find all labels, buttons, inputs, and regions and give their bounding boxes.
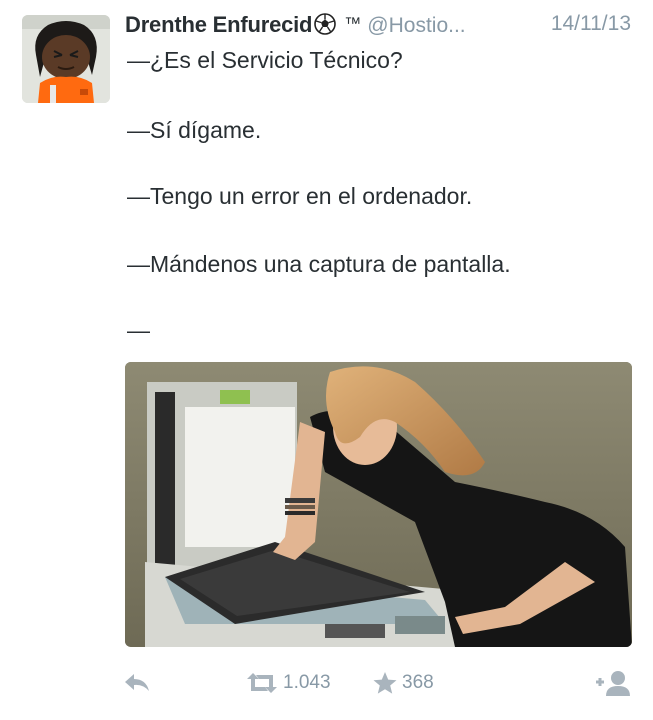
soccer-ball-icon	[314, 13, 337, 35]
tweet-text-line: —Mándenos una captura de pantalla.	[127, 251, 511, 277]
reply-icon	[125, 674, 149, 691]
tweet-text-line: —¿Es el Servicio Técnico?	[127, 47, 403, 73]
user-handle[interactable]: @Hostio...	[367, 14, 465, 37]
follow-user-icon	[596, 671, 630, 696]
tweet-text-line: —Tengo un error en el ordenador.	[127, 183, 473, 209]
favorite-button[interactable]: 368	[372, 665, 434, 701]
display-name[interactable]: Drenthe Enfurecid	[125, 12, 312, 37]
follow-button[interactable]	[592, 665, 634, 701]
cartoon-avatar-icon	[22, 15, 110, 103]
tweet-card: Drenthe Enfurecid ™ @Hostio... 14/11/13 —¿…	[0, 0, 653, 720]
photo-woman-at-photocopier-icon	[125, 362, 632, 647]
retweet-icon	[247, 673, 277, 693]
reply-button[interactable]	[122, 665, 152, 701]
retweet-button[interactable]: 1.043	[245, 665, 331, 701]
trademark-symbol: ™	[344, 14, 362, 33]
retweet-count: 1.043	[283, 672, 331, 693]
tweet-text-line: —Sí dígame.	[127, 117, 262, 143]
favorite-count: 368	[402, 672, 434, 693]
tweet-media-photo[interactable]	[125, 362, 632, 647]
tweet-header: Drenthe Enfurecid ™ @Hostio... 14/11/13	[125, 12, 645, 42]
tweet-text-line: —	[127, 317, 150, 343]
tweet-timestamp[interactable]: 14/11/13	[551, 12, 631, 36]
avatar[interactable]	[22, 15, 110, 103]
star-icon	[373, 672, 397, 694]
tweet-action-bar: 1.043 368	[0, 665, 653, 705]
